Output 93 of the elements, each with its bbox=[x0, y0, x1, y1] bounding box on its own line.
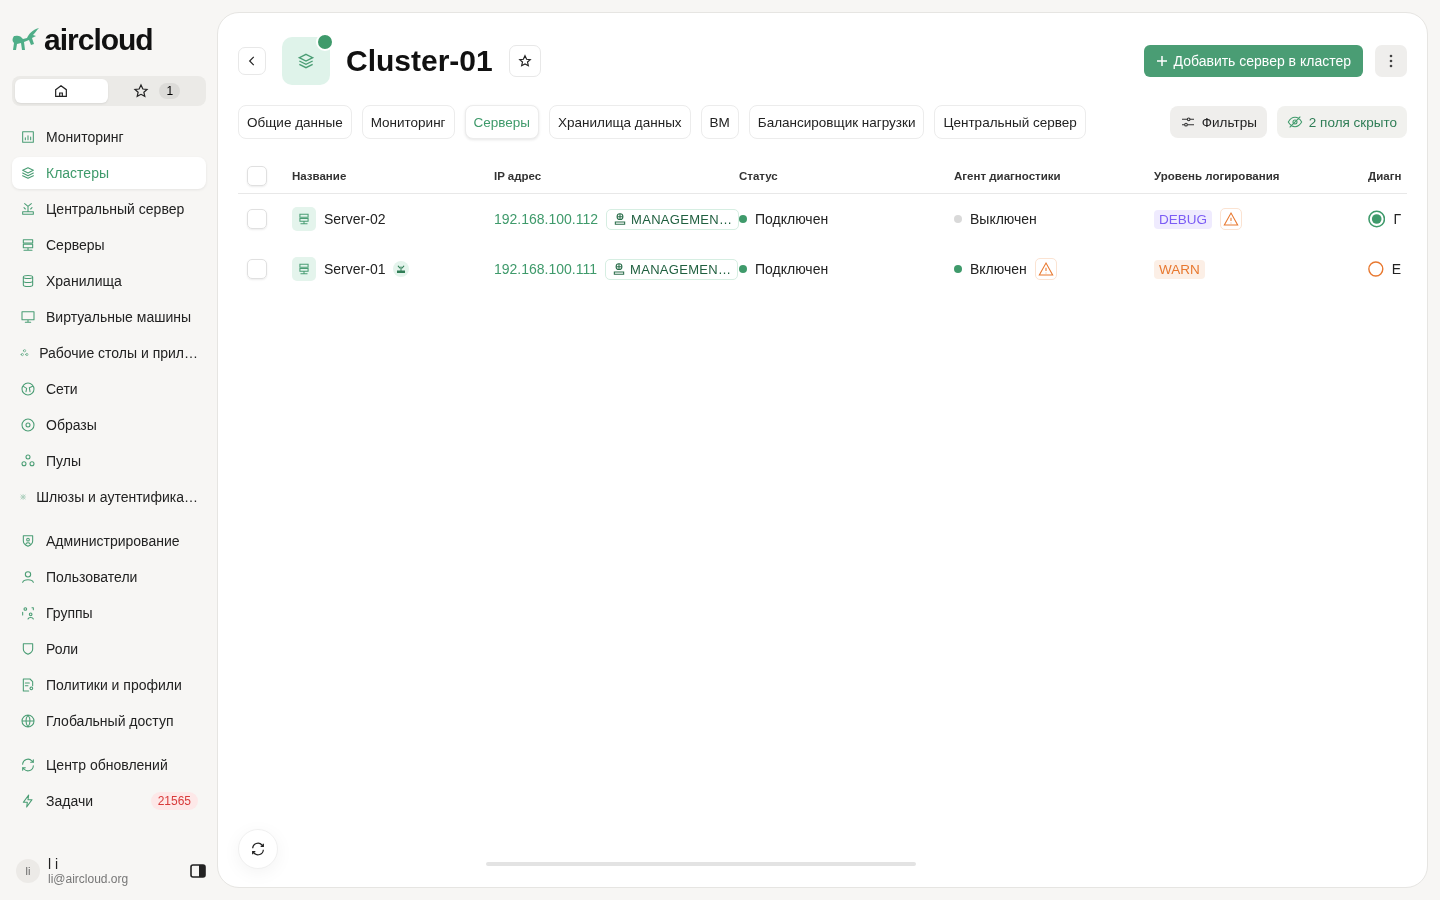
log-level-badge: DEBUG bbox=[1154, 209, 1212, 229]
lightning-icon bbox=[20, 793, 36, 809]
nav-item[interactable]: Политики и профили bbox=[12, 669, 206, 701]
globe-icon bbox=[20, 381, 36, 397]
column-header[interactable]: Диагн bbox=[1368, 170, 1402, 182]
nav-item[interactable]: Рабочие столы и прил… bbox=[12, 337, 206, 369]
nav-item[interactable]: Серверы bbox=[12, 229, 206, 261]
refresh-button[interactable] bbox=[238, 829, 278, 869]
tab[interactable]: Хранилища данных bbox=[549, 105, 691, 139]
agent-status: Включен bbox=[970, 261, 1027, 277]
more-button[interactable] bbox=[1375, 45, 1407, 77]
ip-address[interactable]: 192.168.100.112 bbox=[494, 211, 599, 227]
network-icon bbox=[613, 212, 628, 226]
database-icon bbox=[20, 273, 36, 289]
row-checkbox[interactable] bbox=[247, 209, 267, 229]
favorites-count: 1 bbox=[159, 83, 181, 99]
network-tag: MANAGEMEN… bbox=[605, 258, 739, 280]
eye-off-icon bbox=[1286, 114, 1303, 130]
plus-icon bbox=[1155, 55, 1168, 67]
tab[interactable]: Общие данные bbox=[238, 105, 352, 139]
shield-icon bbox=[20, 641, 36, 657]
row-checkbox[interactable] bbox=[247, 259, 267, 279]
diagnostics-text: Г bbox=[1393, 211, 1401, 227]
layers-icon bbox=[20, 165, 36, 181]
server-name[interactable]: Server-01 bbox=[324, 261, 386, 277]
network-icon bbox=[612, 262, 627, 276]
server-name[interactable]: Server-02 bbox=[324, 211, 386, 227]
nav-item[interactable]: Центр обновлений bbox=[12, 749, 206, 781]
home-tab[interactable] bbox=[15, 79, 108, 103]
nav-item[interactable]: Пользователи bbox=[12, 561, 206, 593]
status-text: Подключен bbox=[755, 211, 829, 227]
group-icon bbox=[20, 605, 36, 621]
tab[interactable]: ВМ bbox=[700, 105, 739, 139]
select-all-checkbox[interactable] bbox=[247, 166, 267, 186]
chart-icon bbox=[20, 129, 36, 145]
nav-item[interactable]: Глобальный доступ bbox=[12, 705, 206, 737]
nav-item[interactable]: Виртуальные машины bbox=[12, 301, 206, 333]
task-count-badge: 21565 bbox=[150, 792, 198, 810]
page-title: Cluster-01 bbox=[346, 44, 493, 78]
sidebar-toggle-icon[interactable] bbox=[190, 864, 206, 878]
nav-item[interactable]: Центральный сервер bbox=[12, 193, 206, 225]
home-icon bbox=[53, 83, 70, 99]
nav-item[interactable]: Пулы bbox=[12, 445, 206, 477]
column-header[interactable]: Агент диагностики bbox=[954, 170, 1061, 182]
column-header[interactable]: Статус bbox=[739, 170, 778, 182]
network-tag: MANAGEMEN… bbox=[606, 208, 740, 230]
star-icon bbox=[133, 83, 150, 99]
refresh-icon bbox=[20, 757, 36, 773]
ip-address[interactable]: 192.168.100.111 bbox=[494, 261, 598, 277]
user-email: li@aircloud.org bbox=[48, 872, 130, 886]
tab[interactable]: Серверы bbox=[464, 105, 540, 139]
column-header[interactable]: IP адрес bbox=[494, 170, 542, 182]
nav-item[interactable]: Группы bbox=[12, 597, 206, 629]
monitor-icon bbox=[20, 309, 36, 325]
server-icon bbox=[20, 237, 36, 253]
star-icon bbox=[517, 54, 532, 68]
refresh-icon bbox=[250, 841, 266, 857]
more-icon bbox=[1389, 54, 1393, 68]
back-button[interactable] bbox=[238, 47, 266, 75]
nav-item[interactable]: Сети bbox=[12, 373, 206, 405]
nav-item[interactable]: Кластеры bbox=[12, 157, 206, 189]
hidden-fields-button[interactable]: 2 поля скрыто bbox=[1276, 106, 1407, 138]
nav-item[interactable]: Хранилища bbox=[12, 265, 206, 297]
log-level-badge: WARN bbox=[1154, 259, 1205, 279]
nav-item[interactable]: Задачи 21565 bbox=[12, 785, 206, 817]
status-text: Подключен bbox=[755, 261, 829, 277]
user-icon bbox=[20, 569, 36, 585]
user-avatar: li bbox=[16, 859, 40, 883]
document-icon bbox=[20, 677, 36, 693]
nav-item[interactable]: Роли bbox=[12, 633, 206, 665]
column-header[interactable]: Название bbox=[292, 170, 347, 182]
globe-icon bbox=[20, 713, 36, 729]
circles-icon bbox=[20, 453, 36, 469]
server-icon bbox=[292, 207, 316, 231]
nav-item[interactable]: Мониторинг bbox=[12, 121, 206, 153]
nav-item[interactable]: Шлюзы и аутентифика… bbox=[12, 481, 206, 513]
filters-button[interactable]: Фильтры bbox=[1169, 106, 1267, 138]
tab[interactable]: Мониторинг bbox=[361, 105, 455, 139]
column-header[interactable]: Уровень логирования bbox=[1154, 170, 1280, 182]
nav-item[interactable]: Администрирование bbox=[12, 525, 206, 557]
diagnostics-text: Е bbox=[1391, 261, 1401, 277]
agent-status: Выключен bbox=[970, 211, 1037, 227]
layers-icon bbox=[296, 51, 316, 71]
favorites-tab[interactable]: 1 bbox=[110, 79, 203, 103]
nav-item[interactable]: Образы bbox=[12, 409, 206, 441]
logo-text: aircloud bbox=[44, 23, 153, 57]
shield-user-icon bbox=[20, 533, 36, 549]
user-name: l i bbox=[48, 856, 60, 872]
server-icon bbox=[292, 257, 316, 281]
tab[interactable]: Центральный сервер bbox=[934, 105, 1086, 139]
antenna-icon bbox=[20, 201, 36, 217]
favorite-button[interactable] bbox=[508, 45, 541, 77]
tab[interactable]: Балансировщик нагрузки bbox=[748, 105, 925, 139]
